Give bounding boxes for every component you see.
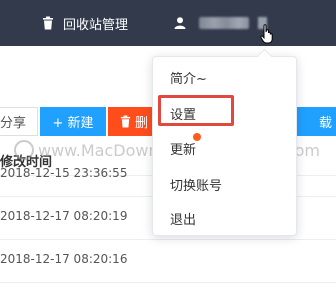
menu-item-label: 更新 bbox=[170, 142, 197, 158]
menu-item-label: 退出 bbox=[170, 212, 197, 228]
update-notification-dot bbox=[193, 133, 201, 141]
settings-highlight-annotation bbox=[158, 95, 234, 126]
share-button-label: 分享 bbox=[0, 116, 27, 131]
watermark-logo-icon bbox=[14, 140, 34, 160]
top-bar: 回收站管理 bbox=[0, 0, 336, 46]
download-button[interactable]: 载 bbox=[296, 107, 336, 136]
menu-item-logout[interactable]: 退出 bbox=[153, 203, 296, 233]
nav-recycle-bin[interactable]: 回收站管理 bbox=[42, 0, 128, 46]
menu-item-label: 简介~ bbox=[170, 71, 207, 87]
menu-item-label: 切换账号 bbox=[170, 178, 223, 194]
nav-recycle-label: 回收站管理 bbox=[63, 17, 129, 33]
hand-cursor-icon bbox=[260, 24, 273, 44]
delete-button[interactable]: 删 bbox=[108, 107, 156, 136]
user-icon bbox=[174, 17, 186, 29]
row-divider bbox=[0, 282, 336, 283]
row-time: 2018-12-17 08:20:16 bbox=[0, 252, 128, 266]
username-redacted bbox=[199, 17, 249, 29]
trash-icon bbox=[43, 16, 53, 30]
menu-item-profile[interactable]: 简介~ bbox=[153, 62, 296, 92]
new-button-label: + 新建 bbox=[52, 116, 94, 131]
delete-button-label: 删 bbox=[135, 116, 149, 131]
user-dropdown-menu: 简介~ 设置 更新 切换账号 退出 bbox=[152, 48, 297, 236]
new-button[interactable]: + 新建 bbox=[40, 107, 106, 136]
row-time: 2018-12-17 08:20:19 bbox=[0, 209, 128, 223]
download-button-label: 载 bbox=[318, 116, 332, 131]
menu-item-update[interactable]: 更新 bbox=[153, 133, 296, 163]
user-menu-trigger[interactable] bbox=[174, 0, 267, 46]
table-row[interactable]: 2018-12-17 08:20:16 bbox=[0, 252, 336, 266]
trash-icon bbox=[120, 115, 131, 128]
menu-item-switch-account[interactable]: 切换账号 bbox=[153, 169, 296, 199]
share-button[interactable]: 分享 bbox=[0, 107, 38, 136]
row-divider bbox=[0, 239, 336, 240]
row-time: 2018-12-15 23:36:55 bbox=[0, 166, 128, 180]
